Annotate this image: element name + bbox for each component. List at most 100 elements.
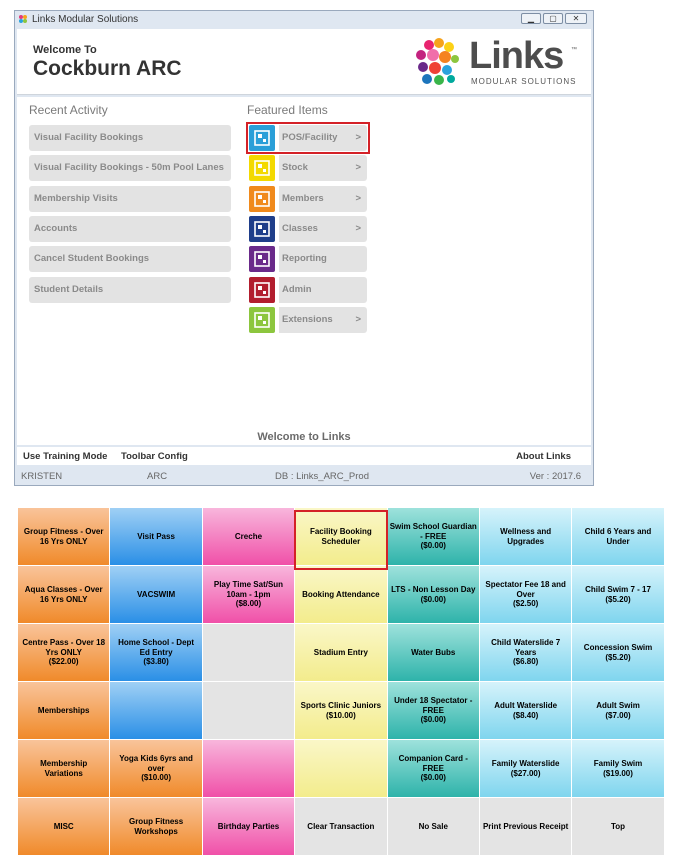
maximize-button[interactable]: ▢ — [543, 13, 563, 24]
pos-tile[interactable]: Memberships — [18, 682, 111, 740]
header: Welcome To Cockburn ARC Links ™ MODULAR … — [17, 29, 591, 95]
welcome-to-links: Welcome to Links — [257, 431, 351, 443]
pos-tile-price: ($2.50) — [512, 599, 539, 609]
pos-tile-label: No Sale — [418, 821, 448, 831]
pos-tile[interactable] — [110, 682, 203, 740]
pos-tile-label: Print Previous Receipt — [482, 821, 569, 831]
pos-tile[interactable]: Top — [572, 798, 665, 856]
logo-subtitle: MODULAR SOLUTIONS — [471, 77, 577, 86]
close-button[interactable]: ✕ — [565, 13, 587, 24]
about-links-link[interactable]: About Links — [516, 451, 571, 462]
status-version: Ver : 2017.6 — [529, 471, 581, 482]
pos-tile-label: Concession Swim — [583, 642, 653, 652]
pos-tile[interactable]: Birthday Parties — [202, 798, 296, 856]
chevron-right-icon: > — [355, 313, 361, 325]
minimize-button[interactable]: ▁ — [521, 13, 541, 24]
pos-tile-label: Child Swim 7 - 17 — [585, 584, 651, 594]
pos-tile-price: ($8.40) — [512, 710, 539, 720]
pos-tile[interactable]: No Sale — [387, 798, 480, 856]
pos-tile[interactable]: VACSWIM — [110, 566, 203, 624]
chevron-right-icon: > — [355, 222, 361, 234]
featured-item-members[interactable]: Members > — [249, 185, 367, 212]
pos-tile-price: ($0.00) — [420, 773, 446, 783]
status-site: ARC — [147, 471, 168, 482]
pos-tile[interactable]: Group Fitness - Over 16 Yrs ONLY — [18, 508, 111, 566]
pos-tile[interactable]: Family Swim ($19.00) — [572, 740, 665, 798]
pos-tile-label: Under 18 Spectator - FREE — [394, 696, 473, 715]
pos-tile[interactable] — [202, 624, 296, 682]
pos-tile[interactable]: Swim School Guardian - FREE ($0.00) — [387, 508, 480, 566]
pos-tile[interactable]: Water Bubs — [387, 624, 480, 682]
pos-tile-label: Spectator Fee 18 and Over — [485, 580, 566, 599]
pos-tile[interactable]: Clear Transaction — [295, 798, 388, 856]
pos-tile[interactable] — [202, 740, 296, 798]
toolbar-config-link[interactable]: Toolbar Config — [121, 451, 188, 462]
pos-tile[interactable] — [202, 682, 296, 740]
featured-item-classes[interactable]: Classes > — [249, 215, 367, 242]
recent-activity-item[interactable]: Membership Visits — [29, 185, 231, 212]
pos-tile[interactable]: Under 18 Spectator - FREE ($0.00) — [387, 682, 480, 740]
featured-item-label: Admin — [282, 283, 312, 295]
pos-tile[interactable]: Sports Clinic Juniors ($10.00) — [295, 682, 388, 740]
recent-activity-item[interactable]: Visual Facility Bookings - 50m Pool Lane… — [29, 155, 231, 182]
site-name: Cockburn ARC — [33, 57, 182, 80]
main-window: Links Modular Solutions ▁ ▢ ✕ Welcome To… — [14, 10, 594, 486]
pos-tile-label: Birthday Parties — [217, 821, 280, 831]
pos-tile[interactable]: Creche — [202, 508, 296, 566]
title-bar: Links Modular Solutions — [15, 11, 593, 27]
featured-item-admin[interactable]: Admin — [249, 276, 367, 303]
recent-activity-item[interactable]: Cancel Student Bookings — [29, 246, 231, 273]
pos-tile-label: Clear Transaction — [307, 821, 375, 831]
featured-item-label: Reporting — [282, 253, 327, 265]
pos-tile[interactable]: Facility Booking Scheduler — [295, 508, 388, 566]
recent-activity-item[interactable]: Student Details — [29, 276, 231, 303]
pos-tile[interactable]: Adult Swim ($7.00) — [572, 682, 665, 740]
use-training-mode-link[interactable]: Use Training Mode — [23, 451, 107, 462]
pos-tile[interactable]: Child Waterslide 7 Years ($6.80) — [479, 624, 573, 682]
pos-tile-label: Water Bubs — [411, 647, 456, 657]
pos-tile[interactable]: Child Swim 7 - 17 ($5.20) — [572, 566, 665, 624]
pos-tile[interactable]: Wellness and Upgrades — [479, 508, 573, 566]
recent-activity-item[interactable]: Accounts — [29, 215, 231, 242]
logo-trademark: ™ — [571, 47, 577, 53]
featured-item-extensions[interactable]: Extensions > — [249, 306, 367, 333]
pos-tile-label: Top — [611, 821, 626, 831]
pos-tile[interactable] — [295, 740, 388, 798]
pos-tile[interactable]: Home School - Dept Ed Entry ($3.80) — [110, 624, 203, 682]
pos-tile[interactable]: Membership Variations — [18, 740, 111, 798]
pos-tile[interactable]: Group Fitness Workshops — [110, 798, 203, 856]
pos-tile[interactable]: Aqua Classes - Over 16 Yrs ONLY — [18, 566, 111, 624]
pos-tile[interactable]: Stadium Entry — [295, 624, 388, 682]
pos-tile[interactable]: Booking Attendance — [295, 566, 388, 624]
pos-tile[interactable]: Family Waterslide ($27.00) — [479, 740, 573, 798]
welcome-to-label: Welcome To — [33, 44, 97, 56]
pos-tile[interactable]: Print Previous Receipt — [479, 798, 573, 856]
pos-tile-label: VACSWIM — [137, 589, 176, 599]
recent-activity-item[interactable]: Visual Facility Bookings — [29, 125, 231, 151]
pos-tile-price: ($19.00) — [603, 768, 633, 778]
pos-tile[interactable]: LTS - Non Lesson Day ($0.00) — [387, 566, 480, 624]
pos-tile-label: Centre Pass - Over 18 Yrs ONLY — [22, 638, 106, 657]
pos-tile-price: ($10.00) — [141, 773, 171, 783]
pos-tile[interactable]: Concession Swim ($5.20) — [572, 624, 665, 682]
pos-tile[interactable]: Centre Pass - Over 18 Yrs ONLY ($22.00) — [18, 624, 111, 682]
pos-tile[interactable]: Child 6 Years and Under — [572, 508, 665, 566]
featured-item-reporting[interactable]: Reporting — [249, 246, 367, 273]
pos-tile-label: Visit Pass — [137, 531, 175, 541]
pos-tile[interactable]: Companion Card - FREE ($0.00) — [387, 740, 480, 798]
pos-tile[interactable]: Spectator Fee 18 and Over ($2.50) — [479, 566, 573, 624]
links-logo: Links ™ MODULAR SOLUTIONS — [411, 35, 581, 89]
pos-tile-price: ($6.80) — [512, 657, 539, 667]
pos-tile-label: LTS - Non Lesson Day — [391, 584, 476, 594]
pos-tile[interactable]: Adult Waterslide ($8.40) — [479, 682, 573, 740]
recent-activity-title: Recent Activity — [29, 103, 108, 117]
pos-tile-label: Aqua Classes - Over 16 Yrs ONLY — [24, 584, 103, 604]
pos-tile[interactable]: Yoga Kids 6yrs and over ($10.00) — [110, 740, 203, 798]
pos-tile[interactable]: MISC — [18, 798, 111, 856]
featured-item-stock[interactable]: Stock > — [249, 155, 367, 182]
pos-tile-price: ($0.00) — [420, 715, 446, 725]
status-bar: KRISTEN ARC DB : Links_ARC_Prod Ver : 20… — [17, 467, 591, 485]
pos-tile[interactable]: Visit Pass — [110, 508, 203, 566]
pos-tile[interactable]: Play Time Sat/Sun 10am - 1pm ($8.00) — [202, 566, 296, 624]
pos-tile-label: Group Fitness Workshops — [128, 816, 184, 836]
